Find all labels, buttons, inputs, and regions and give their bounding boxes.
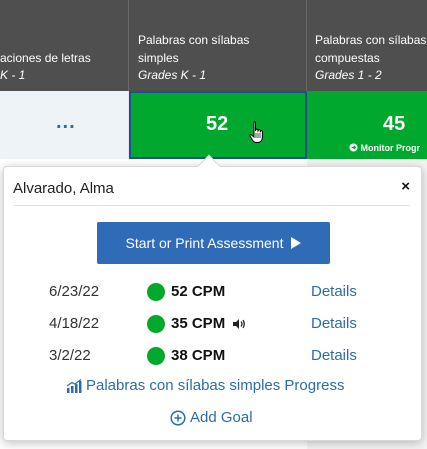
details-link[interactable]: Details (311, 347, 357, 364)
column-grades: K - 1 (0, 68, 26, 82)
result-row: 3/2/22 38 CPM Details (4, 345, 421, 367)
play-arrow-icon (291, 237, 302, 249)
start-assessment-label: Start or Print Assessment (125, 235, 284, 251)
column-title: aciones de letras (0, 51, 91, 65)
plus-circle-icon (170, 409, 186, 426)
monitor-progress-link[interactable]: Monitor Progr (349, 143, 420, 153)
result-date: 6/23/22 (49, 283, 100, 300)
result-score: 52 CPM (171, 283, 226, 300)
green-status-dot (147, 347, 165, 365)
score-cell-letter-combinations[interactable]: ... (0, 91, 129, 159)
score-cell-compound-syllables[interactable]: 45 Monitor Progr (307, 91, 427, 159)
result-score: 35 CPM (171, 315, 226, 332)
details-link[interactable]: Details (311, 283, 357, 300)
green-status-dot (147, 283, 165, 301)
result-date: 3/2/22 (49, 347, 91, 364)
bar-chart-icon (66, 378, 82, 393)
column-header-simple-syllables[interactable]: Palabras con sílabas simples Grades K - … (129, 0, 307, 91)
column-title-line1: Palabras con sílabas (315, 33, 427, 47)
divider (13, 205, 410, 206)
column-title-line2: compuestas (315, 51, 380, 65)
result-row: 6/23/22 52 CPM Details (4, 281, 421, 303)
progress-link-label: Palabras con sílabas simples Progress (86, 377, 345, 394)
column-header-compound-syllables[interactable]: Palabras con sílabas compuestas Grades 1… (307, 0, 427, 91)
progress-link[interactable]: Palabras con sílabas simples Progress (66, 377, 344, 394)
column-grades: Grades 1 - 2 (315, 68, 382, 82)
result-row: 4/18/22 35 CPM Details (4, 313, 421, 335)
monitor-progress-label: Monitor Progr (360, 143, 421, 153)
arrow-circle-icon (349, 143, 358, 152)
more-options-dots[interactable]: ... (56, 111, 76, 134)
student-name: Alvarado, Alma (13, 180, 114, 197)
speaker-icon[interactable] (233, 318, 246, 330)
column-title-line1: Palabras con sílabas (138, 33, 250, 47)
score-value: 52 (206, 113, 229, 135)
score-cell-simple-syllables[interactable]: 52 (129, 91, 307, 159)
add-goal-label: Add Goal (190, 409, 253, 426)
details-link[interactable]: Details (311, 315, 357, 332)
result-date: 4/18/22 (49, 315, 100, 332)
column-grades: Grades K - 1 (138, 68, 207, 82)
student-score-popover: Alvarado, Alma × Start or Print Assessme… (3, 166, 422, 441)
pointer-hand-icon (249, 121, 263, 143)
close-icon[interactable]: × (401, 178, 410, 195)
add-goal-link[interactable]: Add Goal (170, 409, 253, 426)
column-title-line2: simples (138, 51, 179, 65)
start-assessment-button[interactable]: Start or Print Assessment (97, 222, 330, 264)
result-score: 38 CPM (171, 347, 226, 364)
green-status-dot (147, 315, 165, 333)
score-value: 45 (383, 113, 406, 135)
column-header-letter-combinations[interactable]: aciones de letras K - 1 (0, 0, 129, 91)
